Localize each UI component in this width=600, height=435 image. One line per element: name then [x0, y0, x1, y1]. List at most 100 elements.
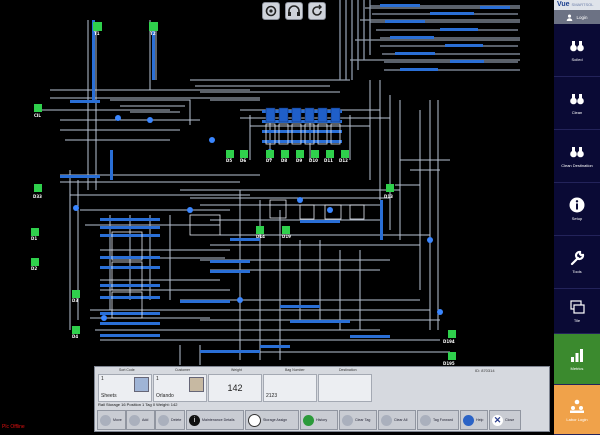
delete-icon — [158, 414, 169, 426]
history-button[interactable]: History — [300, 410, 338, 430]
sort-code-picker-icon[interactable] — [134, 377, 149, 392]
svg-text:D1: D1 — [31, 236, 37, 241]
help-button[interactable]: Help — [460, 410, 488, 430]
users-icon — [570, 399, 584, 413]
tag-d12[interactable]: D12 — [339, 150, 349, 163]
binoculars-icon — [570, 94, 584, 105]
svg-text:T1: T1 — [94, 31, 100, 36]
sidebar-item-setup[interactable]: Setup — [554, 183, 600, 236]
tag-d11[interactable]: D11 — [324, 150, 334, 163]
svg-text:CIL: CIL — [34, 113, 41, 118]
sidebar-item-labor-login[interactable]: Labor Login — [554, 385, 600, 435]
tag-d5[interactable]: D5 — [226, 150, 234, 163]
svg-text:D14: D14 — [256, 234, 265, 239]
tag-d6[interactable]: D6 — [240, 150, 248, 163]
tag-d4[interactable]: D4 — [72, 326, 80, 339]
svg-text:T2: T2 — [150, 31, 156, 36]
headset-icon[interactable] — [285, 2, 303, 20]
svg-text:D33: D33 — [33, 194, 42, 199]
svg-text:D13: D13 — [384, 194, 393, 199]
sort-code-field[interactable]: 1 Sheets — [98, 374, 152, 402]
brand-logo: Vue SMARTSOL — [554, 0, 600, 10]
info-icon — [569, 197, 585, 213]
add-button[interactable]: Add — [126, 410, 155, 430]
svg-text:D8: D8 — [281, 158, 287, 163]
tag-d7[interactable]: D7 — [266, 150, 274, 163]
sidebar-item-tile[interactable]: Tile — [554, 289, 600, 334]
close-button[interactable]: ✕ Close — [489, 410, 521, 430]
bar-chart-icon — [571, 349, 583, 362]
svg-text:D6: D6 — [240, 158, 246, 163]
svg-text:D5: D5 — [226, 158, 232, 163]
info-icon: i — [189, 414, 200, 426]
tag-d13[interactable]: D13 — [384, 184, 394, 199]
customer-picker-icon[interactable] — [189, 377, 204, 392]
svg-text:D12: D12 — [339, 158, 348, 163]
tag-forward-icon — [420, 414, 431, 426]
tag-d9[interactable]: D9 — [296, 150, 304, 163]
binoculars-icon — [570, 41, 584, 52]
bag-number-label: Bag Number — [285, 368, 305, 372]
tag-forward-button[interactable]: Tag Forward — [417, 410, 459, 430]
login-button[interactable]: Login — [554, 10, 600, 24]
history-icon — [303, 414, 314, 426]
tag-t1[interactable]: T1 — [93, 22, 102, 36]
tag-d14[interactable]: D14 — [256, 226, 265, 239]
clear-all-icon — [381, 414, 392, 426]
maintenance-details-button[interactable]: i Maintenance Details — [186, 410, 244, 430]
tag-d194[interactable]: D194 — [443, 330, 456, 344]
carrier-details-panel: Sort Code Customer Weight Bag Number Des… — [94, 366, 550, 432]
panel-id: ID: 870314 — [475, 368, 495, 373]
svg-text:D3: D3 — [72, 298, 78, 303]
close-icon: ✕ — [492, 414, 503, 426]
wrench-icon — [570, 250, 585, 266]
storage-assign-icon — [248, 413, 261, 427]
sidebar-item-metrics[interactable]: Metrics — [554, 334, 600, 385]
tag-d1[interactable]: D1 — [31, 228, 39, 241]
sidebar-item-tools[interactable]: Tools — [554, 236, 600, 289]
svg-text:D2: D2 — [31, 266, 37, 271]
tag-d19[interactable]: D19 — [282, 226, 291, 239]
weight-field[interactable]: 142 — [208, 374, 262, 402]
svg-text:D9: D9 — [296, 158, 302, 163]
svg-text:D11: D11 — [324, 158, 333, 163]
svg-text:D194: D194 — [443, 339, 455, 344]
tag-d33[interactable]: D33 — [33, 184, 42, 199]
help-icon — [463, 414, 474, 426]
sidebar-item-soiled[interactable]: Soiled — [554, 24, 600, 77]
settings-icon[interactable] — [262, 2, 280, 20]
delete-button[interactable]: Delete — [155, 410, 185, 430]
add-icon — [129, 414, 140, 426]
sort-code-label: Sort Code — [119, 368, 135, 372]
move-icon — [100, 414, 111, 426]
clear-all-button[interactable]: Clear All — [378, 410, 416, 430]
status-line: Rail Storage 16 Position 1 Tag 0 Weight:… — [98, 402, 178, 407]
svg-text:D19: D19 — [282, 234, 291, 239]
plc-status: Plc Offline — [2, 424, 25, 430]
weight-label: Weight — [231, 368, 242, 372]
customer-field[interactable]: 1 Orlando — [153, 374, 207, 402]
svg-text:D4: D4 — [72, 334, 78, 339]
svg-text:D7: D7 — [266, 158, 272, 163]
storage-assign-button[interactable]: Storage Assign — [245, 410, 299, 430]
tag-d8[interactable]: D8 — [281, 150, 289, 163]
user-icon — [567, 14, 573, 21]
move-button[interactable]: Move — [97, 410, 126, 430]
svg-text:D10: D10 — [309, 158, 318, 163]
tag-d3[interactable]: D3 — [72, 290, 80, 303]
tile-windows-icon — [570, 300, 585, 314]
sidebar-item-clean[interactable]: Clean — [554, 77, 600, 130]
sidebar-item-clean-destination[interactable]: Clean Destination — [554, 130, 600, 183]
clear-tag-icon — [342, 414, 353, 426]
tag-t2[interactable]: T2 — [149, 22, 158, 36]
refresh-icon[interactable] — [308, 2, 326, 20]
tag-d2[interactable]: D2 — [31, 258, 39, 271]
tag-d195[interactable]: D195 — [443, 352, 456, 366]
destination-label: Destination — [339, 368, 357, 372]
clear-tag-button[interactable]: Clear Tag — [339, 410, 377, 430]
sidebar: Vue SMARTSOL Login Soiled Clean Clean De… — [554, 0, 600, 435]
destination-field[interactable] — [318, 374, 372, 402]
tag-cil[interactable]: CIL — [34, 104, 42, 118]
bag-number-field[interactable]: 2123 — [263, 374, 317, 402]
customer-label: Customer — [175, 368, 191, 372]
